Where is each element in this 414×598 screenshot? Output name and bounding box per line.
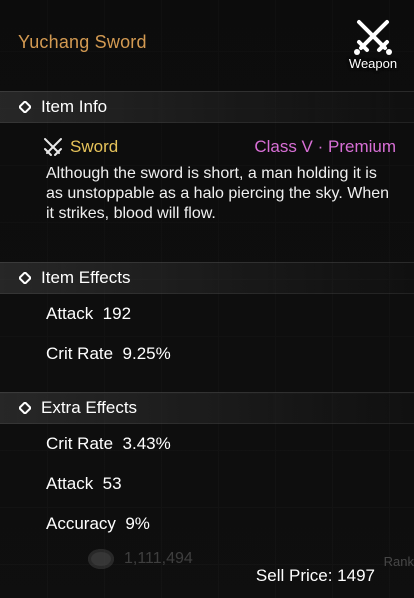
extra-crit-rate: Crit Rate 3.43%: [46, 434, 171, 453]
section-title: Item Info: [41, 97, 108, 116]
background-money-display: 1,111,494: [88, 546, 193, 572]
coin-stack-icon: [88, 549, 114, 569]
effect-attack: Attack 192: [46, 304, 132, 323]
section-title: Item Effects: [41, 268, 131, 287]
diamond-bullet-icon: [19, 101, 31, 113]
item-type: Sword: [70, 137, 119, 156]
effect-crit-rate: Crit Rate 9.25%: [46, 344, 171, 363]
item-tooltip: Yuchang Sword Weapon Item Info Sword Cla…: [0, 0, 414, 598]
diamond-bullet-icon: [19, 402, 31, 414]
background-rank-label: Rank: [383, 554, 414, 569]
money-amount: 1,111,494: [124, 550, 193, 567]
section-extra-effects: Extra Effects: [0, 392, 414, 424]
sword-type-icon: [44, 138, 62, 156]
diamond-bullet-icon: [19, 272, 31, 284]
extra-attack: Attack 53: [46, 474, 122, 493]
section-item-info: Item Info: [0, 91, 414, 123]
section-title: Extra Effects: [41, 398, 138, 417]
sell-price: Sell Price: 1497: [255, 566, 375, 585]
section-item-effects: Item Effects: [0, 262, 414, 294]
extra-accuracy: Accuracy 9%: [46, 514, 150, 533]
item-class-grade: Class V · Premium: [254, 137, 396, 156]
item-name: Yuchang Sword: [18, 32, 147, 52]
item-description: Although the sword is short, a man holdi…: [46, 165, 390, 222]
weapon-category-badge: Weapon: [340, 14, 406, 76]
item-type-row: Sword Class V · Premium: [42, 135, 396, 159]
crossed-swords-icon: [354, 20, 392, 55]
weapon-badge-label: Weapon: [348, 56, 398, 71]
